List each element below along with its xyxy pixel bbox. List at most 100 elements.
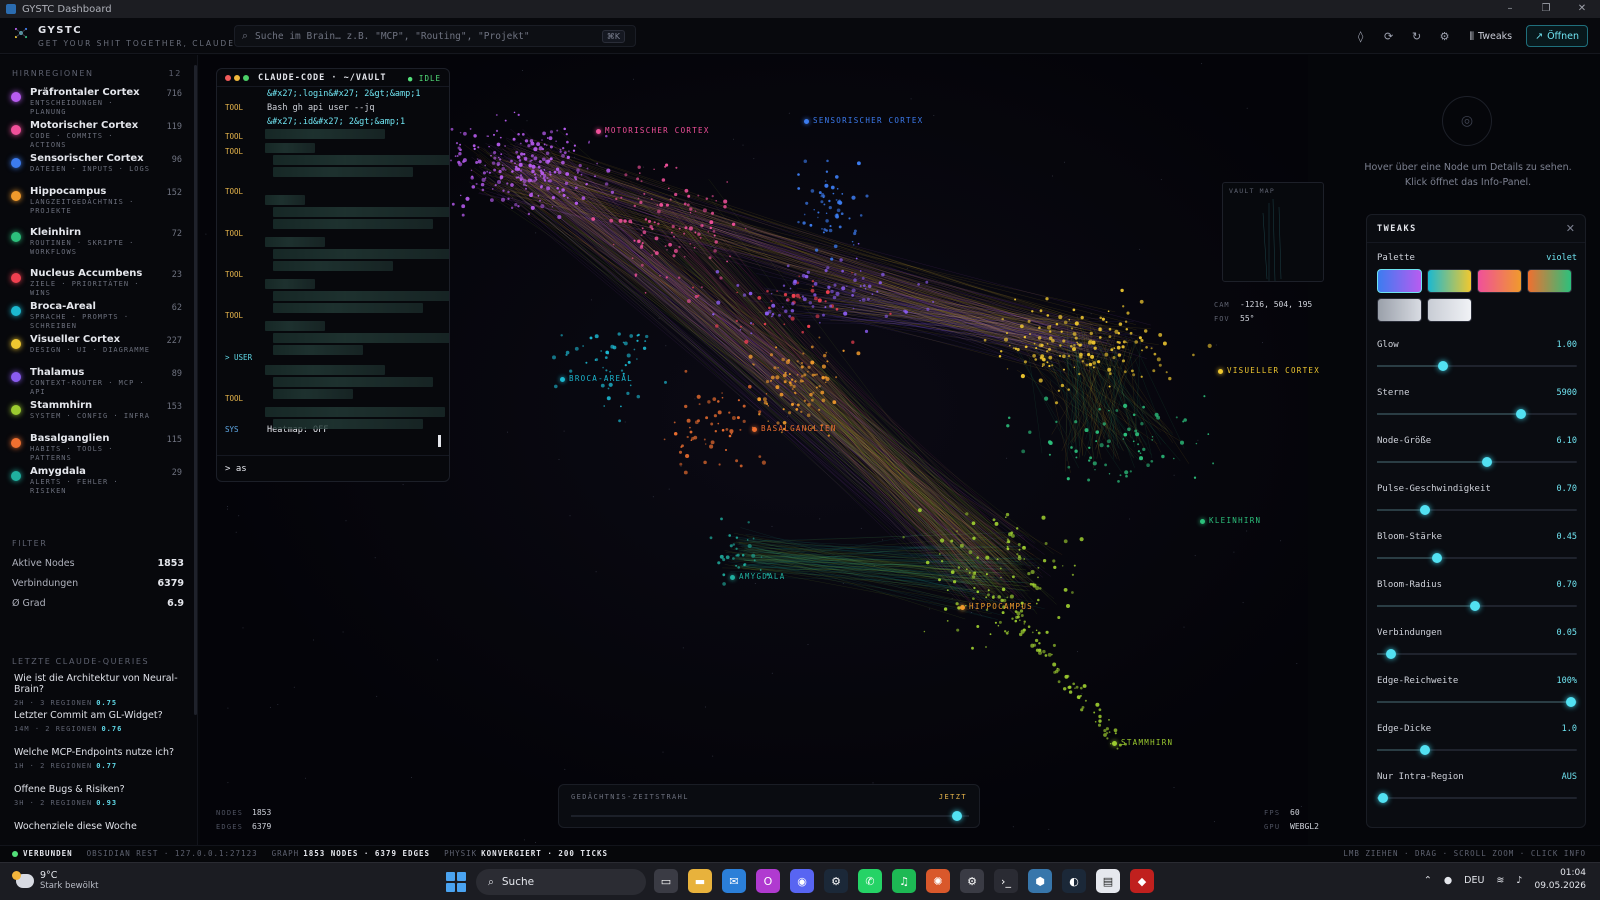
refresh-icon[interactable]: ⟳ [1378,25,1400,47]
mail-icon[interactable]: ✉ [722,869,746,893]
graph-node[interactable] [641,242,644,245]
graph-node[interactable] [671,231,673,234]
palette-swatch[interactable] [1377,269,1422,293]
graph-node[interactable] [561,160,565,165]
graph-node[interactable] [470,176,474,180]
graph-node[interactable] [543,179,547,182]
graph-node[interactable] [548,136,553,141]
graph-node[interactable] [971,521,976,526]
graph-node[interactable] [994,621,997,624]
graph-node[interactable] [842,349,845,352]
graph-node[interactable] [1082,684,1087,688]
graph-node[interactable] [797,187,801,190]
graph-node[interactable] [633,239,636,242]
graph-node[interactable] [1006,332,1008,335]
graph-node[interactable] [703,460,707,465]
graph-node[interactable] [514,203,518,207]
timeline-handle[interactable] [952,811,963,821]
graph-node[interactable] [823,203,826,206]
graph-node[interactable] [1030,569,1035,575]
graph-node[interactable] [1044,541,1048,546]
weather-widget[interactable]: 9°C Stark bewölkt [12,870,98,892]
graph-node[interactable] [1063,588,1068,592]
region-item[interactable]: Stammhirn SYSTEM · CONFIG · INFRA 153 [0,398,196,431]
graph-node[interactable] [1146,463,1150,468]
graph-node[interactable] [515,150,519,154]
graph-node[interactable] [653,250,656,252]
graph-node[interactable] [604,356,608,359]
graph-node[interactable] [1106,444,1110,448]
graph-node[interactable] [938,553,941,555]
graph-node[interactable] [1140,338,1144,343]
graph-node[interactable] [1074,420,1078,424]
graph-node[interactable] [696,394,701,399]
graph-node[interactable] [1123,370,1127,374]
graph-node[interactable] [678,450,683,454]
graph-node[interactable] [546,186,551,191]
graph-node[interactable] [728,534,732,537]
graph-node[interactable] [788,411,792,415]
graph-node[interactable] [1073,366,1076,369]
graph-node[interactable] [1072,332,1077,336]
region-item[interactable]: Sensorischer Cortex DATEIEN · INPUTS · LO… [0,151,196,184]
graph-node[interactable] [1005,631,1009,635]
redo-icon[interactable]: ↻ [1406,25,1428,47]
graph-node[interactable] [971,646,974,650]
graph-node[interactable] [527,178,532,183]
graph-node[interactable] [824,269,828,273]
graph-node[interactable] [496,179,502,185]
graph-node[interactable] [1158,332,1163,337]
graph-node[interactable] [832,295,837,300]
graph-node[interactable] [500,197,506,202]
graph-node[interactable] [647,219,652,223]
graph-node[interactable] [726,181,729,183]
graph-node[interactable] [739,328,742,331]
graph-node[interactable] [700,223,704,228]
graph-node[interactable] [602,366,604,369]
graph-node[interactable] [1048,453,1051,456]
graph-node[interactable] [1046,325,1052,330]
graph-node[interactable] [651,227,654,231]
graph-node[interactable] [1037,576,1039,579]
graph-node[interactable] [471,185,476,189]
graph-node[interactable] [965,568,968,571]
graph-node[interactable] [624,173,628,177]
graph-node[interactable] [996,558,999,561]
graph-node[interactable] [1045,297,1049,301]
graph-node[interactable] [576,168,580,172]
graph-node[interactable] [1150,459,1154,463]
graph-node[interactable] [1126,311,1130,315]
graph-node[interactable] [1118,322,1123,326]
graph-node[interactable] [821,364,826,369]
graph-node[interactable] [829,304,833,308]
graph-node[interactable] [723,199,728,204]
graph-node[interactable] [864,287,867,290]
graph-node[interactable] [486,170,489,173]
graph-node[interactable] [564,181,569,186]
graph-node[interactable] [562,188,564,191]
graph-node[interactable] [585,182,588,186]
graph-node[interactable] [1048,355,1053,360]
graph-node[interactable] [1168,376,1172,381]
graph-node[interactable] [987,593,990,597]
graph-node[interactable] [709,536,713,540]
graph-node[interactable] [810,288,815,293]
graph-node[interactable] [1066,477,1070,481]
graph-node[interactable] [1018,548,1021,551]
graph-node[interactable] [1014,347,1018,350]
graph-node[interactable] [1024,345,1028,349]
graph-node[interactable] [556,129,559,132]
query-item[interactable]: Letzter Commit am GL-Widget? 14M · 2 REGI… [14,710,186,747]
graph-node[interactable] [565,172,570,176]
graph-node[interactable] [540,204,545,209]
graph-node[interactable] [1094,721,1097,723]
graph-node[interactable] [1107,367,1112,372]
graph-node[interactable] [925,560,930,565]
slider-track[interactable] [1377,409,1577,419]
graph-node[interactable] [758,413,761,416]
graph-node[interactable] [1032,583,1037,588]
graph-node[interactable] [1037,566,1040,569]
graph-node[interactable] [1108,731,1111,733]
graph-node[interactable] [683,202,687,206]
graph-node[interactable] [469,127,472,130]
